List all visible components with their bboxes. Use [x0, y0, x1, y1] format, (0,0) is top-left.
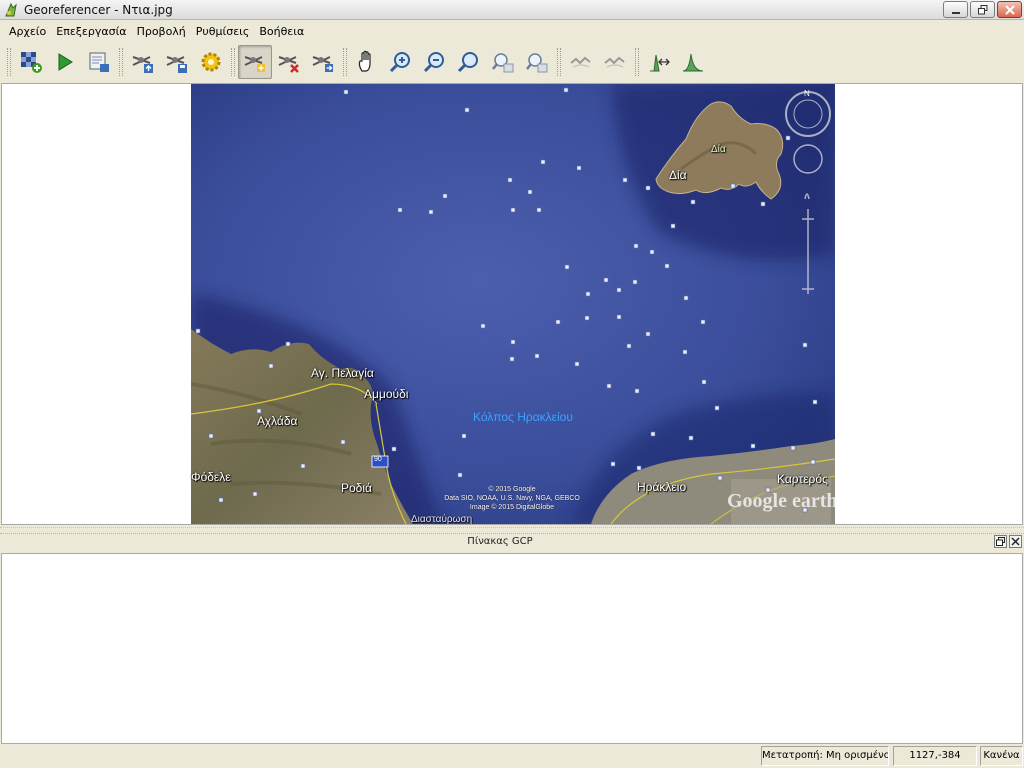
- link-georeferencer-button[interactable]: [564, 45, 598, 79]
- map-label-irakleio: Ηράκλειο: [637, 480, 687, 494]
- full-histogram-stretch-icon: [650, 54, 670, 72]
- local-histogram-stretch-icon: [682, 53, 704, 72]
- toolbar-separator: [343, 48, 347, 76]
- status-coordinates: 1127,-384: [893, 746, 977, 766]
- map-label-fodele: Φόδελε: [191, 470, 231, 484]
- close-button[interactable]: [997, 1, 1022, 18]
- svg-text:N: N: [804, 89, 810, 98]
- open-raster-button[interactable]: [14, 45, 48, 79]
- generate-gdal-script-icon: [89, 52, 109, 72]
- link-qgis-button[interactable]: [598, 45, 632, 79]
- attribution-line: Data SIO, NOAA, U.S. Navy, NGA, GEBCO: [444, 495, 580, 502]
- start-georeferencing-icon: [58, 53, 73, 71]
- map-label-dia-village: Δία: [669, 168, 687, 182]
- qgis-georeferencer-icon: [5, 2, 17, 16]
- menu-view[interactable]: Προβολή: [132, 22, 191, 42]
- toolbar-separator: [635, 48, 639, 76]
- link-georeferencer-icon: [570, 56, 591, 68]
- toolbar-separator: [231, 48, 235, 76]
- restore-icon: [977, 4, 987, 14]
- transformation-settings-icon: [201, 52, 221, 72]
- zoom-out-button[interactable]: [418, 45, 452, 79]
- toolbar-separator: [119, 48, 123, 76]
- map-label-partial-bottom: Διασταύρωση: [411, 514, 473, 525]
- minimize-button[interactable]: [943, 1, 968, 18]
- map-label-dia-island: Δία: [711, 144, 726, 155]
- georeferencer-window: Georeferencer - Ντια.jpg Αρχείο Επεξεργα…: [0, 0, 1024, 768]
- map-label-rodia: Ροδιά: [341, 481, 372, 495]
- google-earth-logo: Google earth: [727, 490, 838, 512]
- satellite-imagery: N: [190, 84, 836, 524]
- local-histogram-stretch-button[interactable]: [676, 45, 710, 79]
- move-gcp-point-button[interactable]: [306, 45, 340, 79]
- attribution-line: © 2015 Google: [488, 486, 536, 493]
- pan-icon: [358, 50, 371, 72]
- zoom-to-layer-button[interactable]: [452, 45, 486, 79]
- imagery-attribution: © 2015 Google Data SIO, NOAA, U.S. Navy,…: [427, 485, 597, 512]
- menu-help[interactable]: Βοήθεια: [254, 22, 309, 42]
- toolbar-separator: [557, 48, 561, 76]
- menu-edit[interactable]: Επεξεργασία: [51, 22, 131, 42]
- dock-close-button[interactable]: [1009, 535, 1022, 548]
- close-icon: [1011, 537, 1020, 546]
- pan-button[interactable]: [350, 45, 384, 79]
- window-title: Georeferencer - Ντια.jpg: [24, 2, 173, 17]
- menu-bar: Αρχείο Επεξεργασία Προβολή Ρυθμίσεις Βοή…: [0, 22, 1024, 42]
- save-gcp-points-button[interactable]: [160, 45, 194, 79]
- open-raster-icon: [21, 52, 42, 73]
- add-point-button[interactable]: [238, 45, 272, 79]
- full-histogram-stretch-button[interactable]: [642, 45, 676, 79]
- zoom-in-icon: [389, 52, 410, 73]
- map-label-ammoudi: Αμμούδι: [364, 387, 409, 401]
- dock-float-button[interactable]: [994, 535, 1007, 548]
- gcp-table-title: Πίνακας GCP: [467, 536, 533, 547]
- link-qgis-icon: [604, 56, 625, 68]
- toolbar-grip[interactable]: [7, 48, 11, 76]
- close-icon: [1004, 4, 1015, 15]
- zoom-last-button[interactable]: [486, 45, 520, 79]
- float-icon: [996, 537, 1005, 546]
- gcp-dock-header: Πίνακας GCP: [0, 533, 1024, 551]
- status-bar: Μετατροπή: Μη ορισμένο 1127,-384 Κανένα: [0, 746, 1024, 768]
- road-sign-label: 90: [374, 456, 382, 463]
- map-label-ag-pelagia: Αγ. Πελαγία: [311, 366, 374, 380]
- load-gcp-points-icon: [132, 56, 153, 73]
- zoom-last-icon: [492, 53, 514, 73]
- status-crs[interactable]: Κανένα: [980, 746, 1023, 766]
- map-canvas[interactable]: N Δία Δία Αγ. Πελαγία Αμμούδι Αχλάδα Φόδ…: [1, 83, 1023, 525]
- delete-point-button[interactable]: [272, 45, 306, 79]
- restore-button[interactable]: [970, 1, 995, 18]
- zoom-next-icon: [526, 53, 548, 73]
- menu-settings[interactable]: Ρυθμίσεις: [191, 22, 255, 42]
- status-transform: Μετατροπή: Μη ορισμένο: [761, 746, 889, 766]
- zoom-next-button[interactable]: [520, 45, 554, 79]
- satellite-image[interactable]: N Δία Δία Αγ. Πελαγία Αμμούδι Αχλάδα Φόδ…: [190, 84, 838, 525]
- delete-point-icon: [278, 56, 299, 73]
- add-point-icon: [244, 56, 265, 72]
- title-bar: Georeferencer - Ντια.jpg: [0, 0, 1024, 20]
- menu-file[interactable]: Αρχείο: [4, 22, 51, 42]
- map-label-achlada: Αχλάδα: [257, 414, 298, 428]
- load-gcp-points-button[interactable]: [126, 45, 160, 79]
- move-gcp-point-icon: [312, 56, 333, 72]
- toolbar: [0, 44, 1024, 80]
- zoom-out-icon: [423, 52, 444, 73]
- generate-gdal-script-button[interactable]: [82, 45, 116, 79]
- minimize-icon: [951, 11, 960, 14]
- save-gcp-points-icon: [166, 56, 187, 73]
- zoom-to-layer-icon: [457, 52, 478, 73]
- attribution-line: Image © 2015 DigitalGlobe: [469, 504, 555, 511]
- zoom-in-button[interactable]: [384, 45, 418, 79]
- map-label-gulf: Κόλπος Ηρακλείου: [473, 410, 573, 424]
- start-georeferencing-button[interactable]: [48, 45, 82, 79]
- map-label-karteros: Καρτερός: [777, 472, 828, 486]
- gcp-table[interactable]: [1, 553, 1023, 744]
- transformation-settings-button[interactable]: [194, 45, 228, 79]
